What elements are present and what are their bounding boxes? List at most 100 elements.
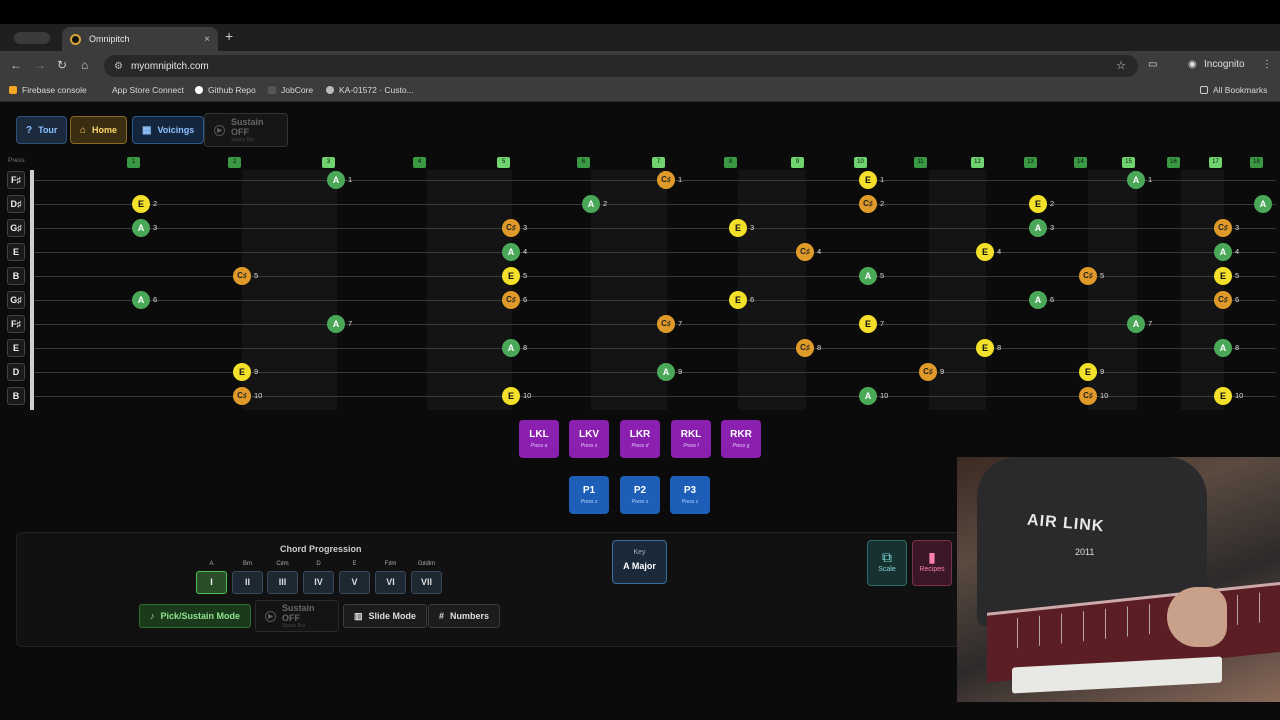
bookmark-star-icon[interactable]: ☆ [1116, 59, 1126, 72]
key-selector[interactable]: Key A Major [612, 540, 667, 584]
pedal-button-p3[interactable]: P3 Press c [670, 476, 710, 514]
pedal-button-lkl[interactable]: LKL Press a [519, 420, 559, 458]
note-marker[interactable]: A [327, 171, 345, 189]
string-label[interactable]: B [7, 267, 25, 285]
note-marker[interactable]: E [1079, 363, 1097, 381]
note-marker[interactable]: A [859, 387, 877, 405]
home-icon[interactable]: ⌂ [81, 58, 88, 72]
fret-number[interactable]: 7 [652, 157, 665, 168]
note-marker[interactable]: A [1127, 171, 1145, 189]
browser-menu-icon[interactable]: ⋮ [1262, 59, 1272, 70]
tab-group-indicator[interactable] [14, 32, 50, 44]
note-marker[interactable]: A [502, 243, 520, 261]
note-marker[interactable]: E [132, 195, 150, 213]
note-marker[interactable]: C♯ [502, 291, 520, 309]
reload-icon[interactable]: ↻ [57, 58, 67, 72]
scale-button[interactable]: ⧉ Scale [867, 540, 907, 586]
fret-number[interactable]: 5 [497, 157, 510, 168]
chord-numeral-button[interactable]: IV [303, 571, 334, 594]
note-marker[interactable]: C♯ [1079, 267, 1097, 285]
fret-number[interactable]: 13 [1024, 157, 1037, 168]
note-marker[interactable]: E [1214, 387, 1232, 405]
slide-mode-button[interactable]: ▥ Slide Mode [343, 604, 428, 628]
new-tab-button[interactable]: + [225, 28, 233, 44]
string-label[interactable]: D♯ [7, 195, 25, 213]
browser-tab[interactable]: Omnipitch × [62, 27, 218, 51]
pedal-button-rkl[interactable]: RKL Press f [671, 420, 711, 458]
note-marker[interactable]: C♯ [657, 171, 675, 189]
pedal-button-rkr[interactable]: RKR Press g [721, 420, 761, 458]
fret-number[interactable]: 18 [1250, 157, 1263, 168]
note-marker[interactable]: C♯ [657, 315, 675, 333]
note-marker[interactable]: C♯ [233, 387, 251, 405]
note-marker[interactable]: C♯ [233, 267, 251, 285]
string-label[interactable]: B [7, 387, 25, 405]
chord-numeral-button[interactable]: V [339, 571, 370, 594]
fret-number[interactable]: 6 [577, 157, 590, 168]
bookmark-jobcore[interactable]: JobCore [268, 85, 313, 95]
string-label[interactable]: E [7, 243, 25, 261]
fret-number[interactable]: 12 [971, 157, 984, 168]
note-marker[interactable]: A [859, 267, 877, 285]
pedal-button-lkv[interactable]: LKV Press s [569, 420, 609, 458]
note-marker[interactable]: E [976, 339, 994, 357]
chord-numeral-button[interactable]: II [232, 571, 263, 594]
pedal-button-p2[interactable]: P2 Press x [620, 476, 660, 514]
pedal-button-lkr[interactable]: LKR Press d [620, 420, 660, 458]
chord-numeral-button[interactable]: VI [375, 571, 406, 594]
forward-arrow-icon[interactable]: → [34, 58, 46, 72]
note-marker[interactable]: A [657, 363, 675, 381]
fret-number[interactable]: 9 [791, 157, 804, 168]
incognito-label[interactable]: Incognito [1204, 59, 1245, 70]
note-marker[interactable]: E [859, 315, 877, 333]
note-marker[interactable]: E [729, 291, 747, 309]
string-label[interactable]: E [7, 339, 25, 357]
note-marker[interactable]: C♯ [796, 243, 814, 261]
voicings-button[interactable]: ▦ Voicings [132, 116, 205, 144]
note-marker[interactable]: A [132, 291, 150, 309]
note-marker[interactable]: A [1254, 195, 1272, 213]
chord-numeral-button[interactable]: I [196, 571, 227, 594]
note-marker[interactable]: A [1029, 219, 1047, 237]
note-marker[interactable]: E [859, 171, 877, 189]
numbers-button[interactable]: # Numbers [428, 604, 501, 628]
note-marker[interactable]: A [1214, 243, 1232, 261]
note-marker[interactable]: E [502, 267, 520, 285]
note-marker[interactable]: C♯ [1079, 387, 1097, 405]
bookmark-ka[interactable]: KA-01572 · Custo... [326, 85, 414, 95]
fret-number[interactable]: 10 [854, 157, 867, 168]
string-label[interactable]: G♯ [7, 291, 25, 309]
note-marker[interactable]: A [1029, 291, 1047, 309]
cast-icon[interactable]: ▭ [1148, 59, 1157, 70]
fret-number[interactable]: 3 [322, 157, 335, 168]
all-bookmarks[interactable]: All Bookmarks [1200, 85, 1267, 95]
note-marker[interactable]: A [502, 339, 520, 357]
tour-button[interactable]: ? Tour [16, 116, 68, 144]
fret-number[interactable]: 17 [1209, 157, 1222, 168]
fret-number[interactable]: 8 [724, 157, 737, 168]
string-label[interactable]: G♯ [7, 219, 25, 237]
fret-number[interactable]: 11 [914, 157, 927, 168]
chord-numeral-button[interactable]: III [267, 571, 298, 594]
pick-sustain-mode-button[interactable]: ♪ Pick/Sustain Mode [139, 604, 252, 628]
note-marker[interactable]: E [233, 363, 251, 381]
fret-number[interactable]: 4 [413, 157, 426, 168]
note-marker[interactable]: A [1214, 339, 1232, 357]
string-label[interactable]: D [7, 363, 25, 381]
fret-number[interactable]: 1 [127, 157, 140, 168]
sustain-toggle-button[interactable]: ▶ Sustain OFF Space Bar [255, 600, 339, 632]
note-marker[interactable]: E [729, 219, 747, 237]
note-marker[interactable]: C♯ [502, 219, 520, 237]
note-marker[interactable]: E [1214, 267, 1232, 285]
bookmark-github[interactable]: Github Repo [195, 85, 256, 95]
fret-number[interactable]: 15 [1122, 157, 1135, 168]
back-arrow-icon[interactable]: ← [10, 58, 22, 72]
home-button[interactable]: ⌂ Home [70, 116, 128, 144]
note-marker[interactable]: A [1127, 315, 1145, 333]
fret-number[interactable]: 14 [1074, 157, 1087, 168]
note-marker[interactable]: A [327, 315, 345, 333]
fret-number[interactable]: 2 [228, 157, 241, 168]
sustain-button[interactable]: ▶ Sustain OFF Space Bar [204, 113, 288, 147]
note-marker[interactable]: C♯ [919, 363, 937, 381]
site-info-icon[interactable]: ⚙ [114, 61, 123, 72]
